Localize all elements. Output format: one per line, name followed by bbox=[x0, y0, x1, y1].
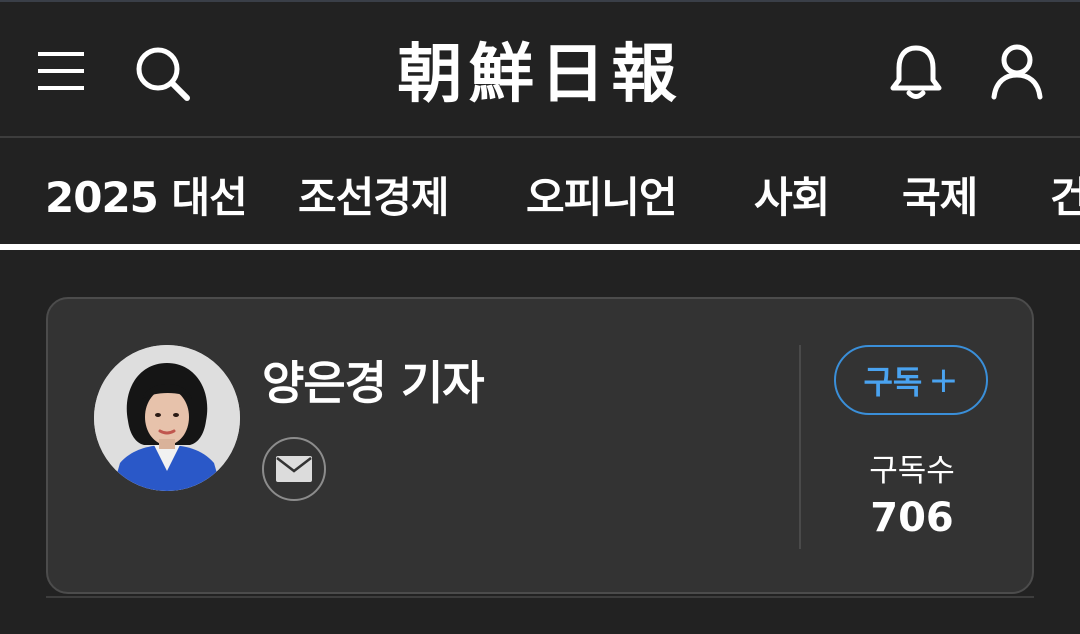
nav-item-next[interactable]: 건 bbox=[1050, 164, 1080, 225]
subscribers-label: 구독수 bbox=[869, 453, 955, 489]
mail-button[interactable] bbox=[262, 437, 326, 501]
nav-item-society[interactable]: 사회 bbox=[754, 164, 830, 225]
avatar bbox=[94, 345, 240, 491]
subscribe-label: 구독 bbox=[863, 363, 923, 401]
user-icon[interactable] bbox=[988, 42, 1046, 100]
nav-item-election[interactable]: 2025 대선 bbox=[45, 164, 248, 225]
nav-item-economy[interactable]: 조선경제 bbox=[298, 164, 450, 225]
section-nav: 2025 대선 조선경제 오피니언 사회 국제 건 bbox=[0, 138, 1080, 244]
reporter-name: 양은경 기자 bbox=[262, 356, 485, 410]
search-icon[interactable] bbox=[133, 45, 193, 101]
subscribe-button[interactable]: 구독 + bbox=[834, 345, 988, 415]
reporter-card: 양은경 기자 구독 + 구독수 706 bbox=[46, 297, 1034, 594]
subscribers-count: 706 bbox=[870, 495, 954, 541]
mail-icon bbox=[276, 456, 312, 482]
plus-icon: + bbox=[928, 359, 959, 401]
site-logo[interactable]: 朝鮮日報 bbox=[360, 24, 720, 114]
nav-underline bbox=[0, 244, 1080, 250]
nav-item-opinion[interactable]: 오피니언 bbox=[526, 164, 678, 225]
nav-item-international[interactable]: 국제 bbox=[902, 164, 978, 225]
menu-icon[interactable] bbox=[36, 46, 88, 94]
top-header: 朝鮮日報 bbox=[0, 0, 1080, 136]
section-divider bbox=[46, 596, 1034, 598]
bell-icon[interactable] bbox=[888, 42, 944, 102]
reporter-photo bbox=[94, 345, 240, 491]
card-divider bbox=[799, 345, 801, 549]
logo-text: 朝鮮日報 bbox=[397, 37, 683, 112]
